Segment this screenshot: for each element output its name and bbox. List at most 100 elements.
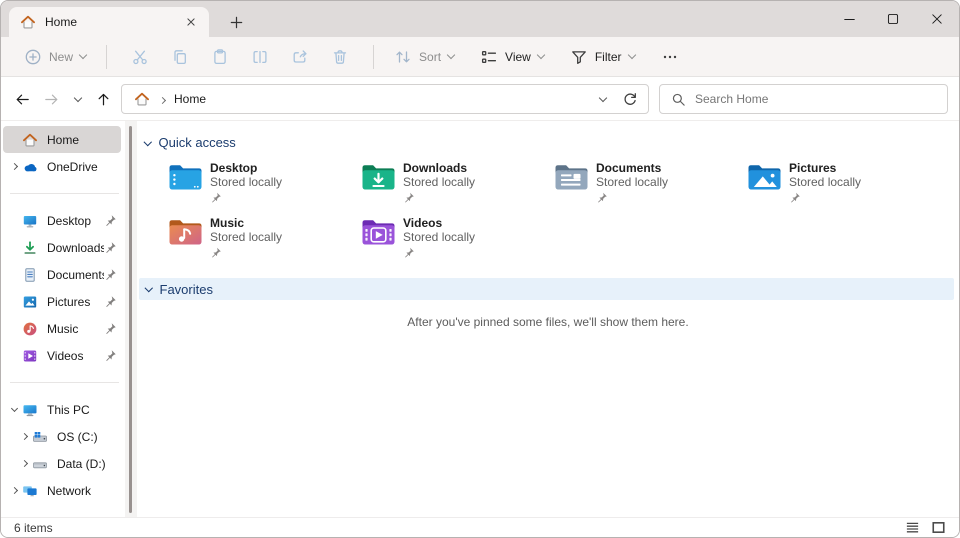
cut-button[interactable] bbox=[120, 43, 160, 71]
search-input[interactable] bbox=[695, 92, 939, 106]
sidebar-item-onedrive[interactable]: OneDrive bbox=[3, 153, 121, 180]
search-box bbox=[659, 84, 948, 114]
favorites-empty-message: After you've pinned some files, we'll sh… bbox=[407, 315, 689, 329]
view-button-label: View bbox=[505, 49, 531, 64]
sidebar-scrollbar[interactable] bbox=[125, 121, 137, 517]
tile-status: Stored locally bbox=[210, 175, 283, 189]
paste-icon bbox=[211, 48, 229, 66]
sidebar-item-label: Pictures bbox=[47, 294, 91, 309]
quick-access-tile-music[interactable]: Music Stored locally bbox=[168, 214, 361, 258]
sidebar-item-documents[interactable]: Documents bbox=[3, 261, 121, 288]
quick-access-tile-downloads[interactable]: Downloads Stored locally bbox=[361, 159, 554, 203]
sidebar-item-label: Music bbox=[47, 321, 79, 336]
quick-access-tile-documents[interactable]: Documents Stored locally bbox=[554, 159, 747, 203]
partial-icon bbox=[22, 510, 38, 518]
refresh-icon[interactable] bbox=[622, 91, 638, 107]
sidebar-item-os-c-[interactable]: OS (C:) bbox=[13, 423, 121, 450]
scrollbar-thumb[interactable] bbox=[129, 126, 132, 513]
pin-icon bbox=[596, 191, 608, 203]
toolbar-divider bbox=[373, 44, 375, 69]
up-button[interactable] bbox=[90, 87, 116, 111]
tile-status: Stored locally bbox=[403, 175, 476, 189]
home-icon bbox=[22, 132, 38, 148]
address-bar[interactable]: Home bbox=[121, 84, 649, 114]
sidebar-item-label: This PC bbox=[47, 402, 90, 417]
breadcrumb-home[interactable]: Home bbox=[174, 92, 206, 106]
address-dropdown-icon[interactable] bbox=[598, 93, 608, 102]
close-button[interactable] bbox=[915, 1, 959, 37]
quick-access-tile-desktop[interactable]: Desktop Stored locally bbox=[168, 159, 361, 203]
share-button[interactable] bbox=[280, 43, 320, 71]
more-options-button[interactable] bbox=[654, 43, 686, 71]
command-toolbar: New Sort View Filter bbox=[1, 37, 959, 77]
sidebar-item-label: Desktop bbox=[47, 213, 92, 228]
rename-icon bbox=[251, 48, 269, 66]
rename-button[interactable] bbox=[240, 43, 280, 71]
new-button[interactable]: New bbox=[17, 43, 93, 71]
sidebar-item-partial[interactable] bbox=[3, 504, 121, 517]
window-body: Home OneDrive Desktop Downloads Document… bbox=[1, 121, 959, 517]
favorites-header[interactable]: Favorites bbox=[139, 278, 954, 300]
tab-home[interactable]: Home bbox=[9, 7, 209, 37]
chevron-right-icon[interactable] bbox=[20, 459, 29, 468]
folder-documents-icon bbox=[554, 162, 589, 192]
content-pane: Quick access Desktop Stored locally Down… bbox=[137, 121, 959, 517]
new-tab-button[interactable] bbox=[223, 11, 249, 33]
sidebar-item-desktop[interactable]: Desktop bbox=[3, 207, 121, 234]
pin-icon bbox=[210, 191, 222, 203]
folder-desktop-icon bbox=[168, 162, 203, 192]
paste-button[interactable] bbox=[200, 43, 240, 71]
chevron-down-icon bbox=[627, 50, 636, 60]
navigation-pane: Home OneDrive Desktop Downloads Document… bbox=[1, 121, 137, 517]
minimize-button[interactable] bbox=[827, 1, 871, 37]
view-button[interactable]: View bbox=[473, 43, 551, 71]
datadrive-icon bbox=[32, 456, 48, 472]
forward-button[interactable] bbox=[38, 87, 64, 111]
sidebar-item-home[interactable]: Home bbox=[3, 126, 121, 153]
sort-icon bbox=[394, 48, 412, 66]
sidebar-item-data-d-[interactable]: Data (D:) bbox=[13, 450, 121, 477]
large-icons-view-icon[interactable] bbox=[931, 520, 947, 536]
chevron-right-icon[interactable] bbox=[20, 432, 29, 441]
pin-icon bbox=[210, 246, 222, 258]
music-icon bbox=[22, 321, 38, 337]
chevron-right-icon[interactable] bbox=[10, 486, 19, 495]
home-icon bbox=[20, 14, 36, 30]
filter-button[interactable]: Filter bbox=[563, 43, 642, 71]
tab-close-icon[interactable] bbox=[181, 12, 201, 32]
pin-icon bbox=[104, 268, 117, 281]
sidebar-item-music[interactable]: Music bbox=[3, 315, 121, 342]
sidebar-item-this-pc[interactable]: This PC bbox=[3, 396, 121, 423]
quick-access-title: Quick access bbox=[158, 135, 236, 150]
sidebar-item-label: Documents bbox=[47, 267, 104, 282]
chevron-down-icon bbox=[446, 50, 456, 60]
tile-title: Videos bbox=[403, 216, 443, 230]
quick-access-tile-videos[interactable]: Videos Stored locally bbox=[361, 214, 554, 258]
delete-button[interactable] bbox=[320, 43, 360, 71]
pictures-icon bbox=[22, 294, 38, 310]
chevron-right-icon[interactable] bbox=[10, 162, 19, 171]
maximize-button[interactable] bbox=[871, 1, 915, 37]
sidebar-item-downloads[interactable]: Downloads bbox=[3, 234, 121, 261]
tab-title: Home bbox=[45, 15, 78, 29]
desktop-icon bbox=[22, 213, 38, 229]
sidebar-item-videos[interactable]: Videos bbox=[3, 342, 121, 369]
tile-title: Documents bbox=[596, 161, 662, 175]
folder-music-icon bbox=[168, 217, 203, 247]
recent-locations-button[interactable] bbox=[67, 87, 89, 111]
quick-access-tile-pictures[interactable]: Pictures Stored locally bbox=[747, 159, 940, 203]
navigation-row: Home bbox=[1, 77, 959, 121]
chevron-down-icon[interactable] bbox=[10, 404, 19, 412]
tile-status: Stored locally bbox=[403, 230, 476, 244]
sort-button[interactable]: Sort bbox=[387, 43, 461, 71]
search-icon bbox=[671, 92, 686, 107]
details-view-icon[interactable] bbox=[905, 520, 921, 536]
pin-icon bbox=[104, 322, 117, 335]
sidebar-item-pictures[interactable]: Pictures bbox=[3, 288, 121, 315]
delete-icon bbox=[331, 48, 349, 66]
back-button[interactable] bbox=[9, 87, 35, 111]
sidebar-item-network[interactable]: Network bbox=[3, 477, 121, 504]
tile-title: Pictures bbox=[789, 161, 837, 175]
quick-access-header[interactable]: Quick access bbox=[143, 135, 236, 150]
copy-button[interactable] bbox=[160, 43, 200, 71]
